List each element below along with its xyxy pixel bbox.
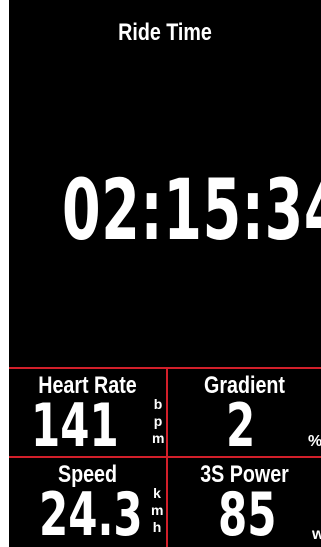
unit-letter: h: [152, 519, 162, 535]
ride-time-value: 02:15:34: [62, 161, 321, 259]
unit-letter: p: [153, 413, 163, 429]
power-field[interactable]: 3S Power 85 w: [168, 458, 321, 547]
gradient-value: 2: [226, 391, 256, 456]
heart-rate-field[interactable]: Heart Rate 141 b p m: [9, 369, 166, 456]
unit-letter: m: [151, 502, 164, 518]
device-screen: Ride Time 02:15:34 Heart Rate 141 b p m …: [9, 0, 321, 547]
speed-field[interactable]: Speed 24.3 k m h: [9, 458, 166, 547]
ride-time-label: Ride Time: [118, 19, 212, 46]
gradient-field[interactable]: Gradient 2 %: [168, 369, 321, 456]
unit-letter: k: [153, 485, 161, 501]
gradient-unit: %: [308, 433, 321, 450]
unit-letter: m: [152, 430, 165, 446]
heart-rate-value: 141: [31, 391, 119, 456]
speed-value: 24.3: [39, 480, 143, 547]
heart-rate-unit: b p m: [152, 396, 164, 447]
unit-letter: b: [153, 396, 163, 412]
speed-unit: k m h: [151, 485, 163, 536]
power-value: 85: [218, 480, 277, 547]
power-unit: w: [312, 526, 321, 543]
